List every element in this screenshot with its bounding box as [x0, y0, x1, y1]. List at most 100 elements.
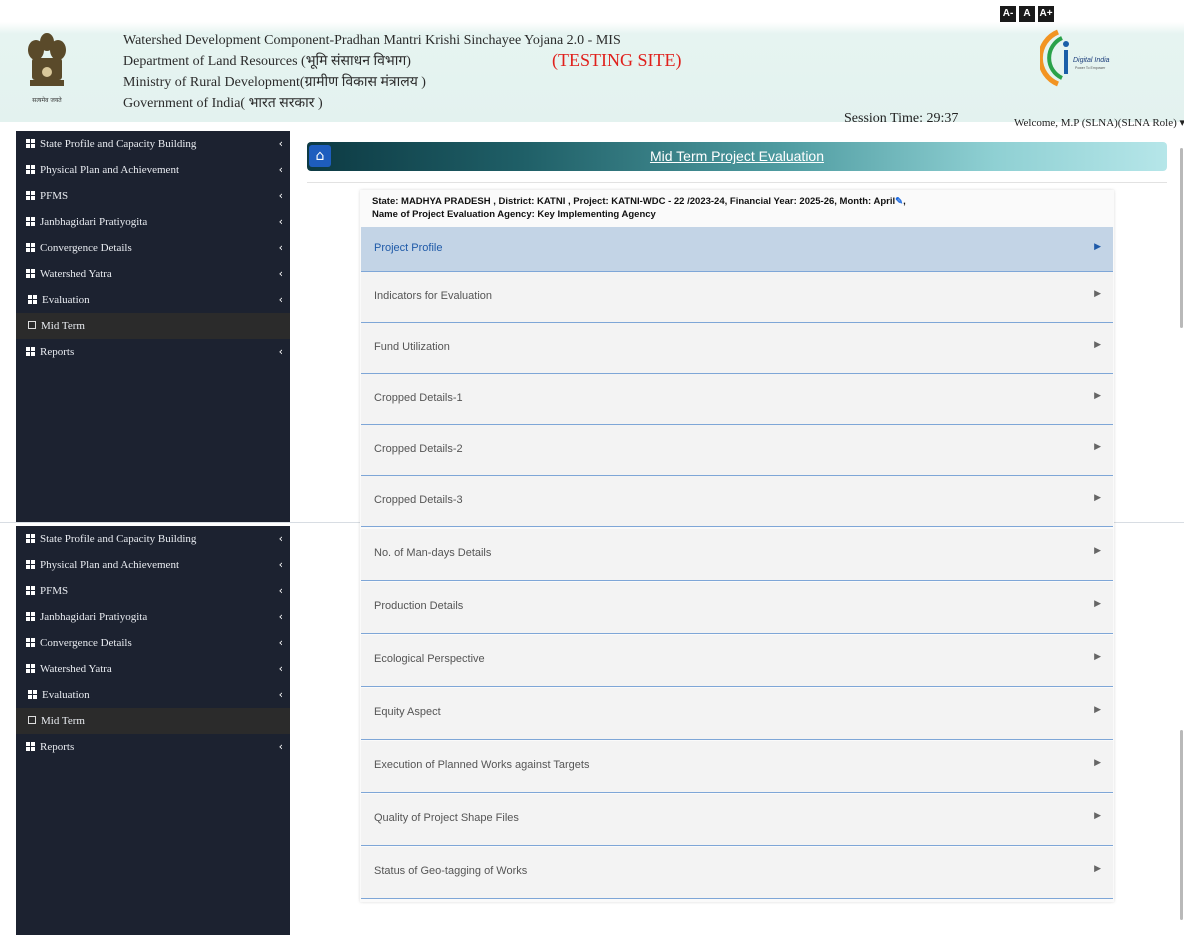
sidebar-item-convergence[interactable]: Convergence Details ‹: [16, 630, 290, 656]
digital-india-logo-icon[interactable]: Digital India Power To Empower: [1040, 22, 1110, 92]
sidebar-item-label: State Profile and Capacity Building: [40, 138, 197, 150]
section-cropped-2[interactable]: Cropped Details-2 ▶: [361, 425, 1113, 476]
grid-icon: [28, 690, 37, 699]
sidebar-item-mid-term[interactable]: Mid Term: [16, 313, 290, 339]
caret-right-icon: ▶: [1094, 864, 1101, 874]
sidebar-item-label: Physical Plan and Achievement: [40, 559, 179, 571]
sidebar-item-state-profile[interactable]: State Profile and Capacity Building ‹: [16, 131, 290, 157]
chevron-left-icon: ‹: [278, 215, 283, 228]
section-cropped-1[interactable]: Cropped Details-1 ▶: [361, 374, 1113, 425]
sidebar-item-reports[interactable]: Reports ‹: [16, 339, 290, 365]
section-label: Cropped Details-2: [374, 443, 463, 455]
caret-right-icon: ▶: [1094, 340, 1101, 350]
square-icon: [28, 716, 36, 724]
scrollbar-thumb[interactable]: [1180, 730, 1183, 920]
font-decrease-button[interactable]: A-: [1000, 6, 1016, 22]
grid-icon: [26, 165, 35, 174]
font-size-controls: A- A A+: [1000, 6, 1054, 22]
user-menu[interactable]: Welcome, M.P (SLNA)(SLNA Role) ▾: [1014, 116, 1184, 129]
grid-icon: [26, 638, 35, 647]
sidebar-item-janbhagidari[interactable]: Janbhagidari Pratiyogita ‹: [16, 604, 290, 630]
section-ecological[interactable]: Ecological Perspective ▶: [361, 635, 1113, 687]
chevron-left-icon: ‹: [278, 137, 283, 150]
section-label: Fund Utilization: [374, 341, 450, 353]
sidebar-item-watershed-yatra[interactable]: Watershed Yatra ‹: [16, 261, 290, 287]
grid-icon: [26, 269, 35, 278]
project-info-text: State: MADHYA PRADESH , District: KATNI …: [372, 196, 896, 207]
sidebar-item-mid-term[interactable]: Mid Term: [16, 708, 290, 734]
font-reset-button[interactable]: A: [1019, 6, 1035, 22]
sidebar-item-pfms[interactable]: PFMS ‹: [16, 183, 290, 209]
sidebar-item-evaluation[interactable]: Evaluation ‹: [16, 682, 290, 708]
grid-icon: [26, 139, 35, 148]
section-label: Indicators for Evaluation: [374, 290, 493, 302]
section-label: Quality of Project Shape Files: [374, 812, 519, 824]
project-info: State: MADHYA PRADESH , District: KATNI …: [372, 195, 906, 221]
section-execution[interactable]: Execution of Planned Works against Targe…: [361, 741, 1113, 793]
section-fund-utilization[interactable]: Fund Utilization ▶: [361, 323, 1113, 374]
sidebar-item-label: PFMS: [40, 190, 69, 202]
section-label: Cropped Details-1: [374, 392, 463, 404]
chevron-left-icon: ‹: [278, 610, 283, 623]
sidebar-item-physical-plan[interactable]: Physical Plan and Achievement ‹: [16, 157, 290, 183]
caret-right-icon: ▶: [1094, 289, 1101, 299]
chevron-left-icon: ‹: [278, 688, 283, 701]
sidebar-item-label: Janbhagidari Pratiyogita: [40, 611, 148, 623]
chevron-left-icon: ‹: [278, 636, 283, 649]
grid-icon: [26, 586, 35, 595]
sidebar-item-physical-plan[interactable]: Physical Plan and Achievement ‹: [16, 552, 290, 578]
chevron-left-icon: ‹: [278, 584, 283, 597]
chevron-left-icon: ‹: [278, 558, 283, 571]
sidebar-item-watershed-yatra[interactable]: Watershed Yatra ‹: [16, 656, 290, 682]
grid-icon: [26, 347, 35, 356]
caret-right-icon: ▶: [1094, 242, 1101, 252]
section-shape-files[interactable]: Quality of Project Shape Files ▶: [361, 794, 1113, 846]
section-cropped-3[interactable]: Cropped Details-3 ▶: [361, 476, 1113, 527]
chevron-left-icon: ‹: [278, 345, 283, 358]
sidebar-item-label: Evaluation: [42, 689, 90, 701]
sidebar-item-convergence[interactable]: Convergence Details ‹: [16, 235, 290, 261]
sidebar-item-state-profile[interactable]: State Profile and Capacity Building ‹: [16, 526, 290, 552]
grid-icon: [26, 612, 35, 621]
sidebar-item-label: Mid Term: [41, 715, 85, 727]
grid-icon: [26, 664, 35, 673]
project-info-line: State: MADHYA PRADESH , District: KATNI …: [372, 195, 906, 208]
digital-india-text: Digital India: [1073, 57, 1110, 64]
sidebar-item-label: PFMS: [40, 585, 69, 597]
section-indicators[interactable]: Indicators for Evaluation ▶: [361, 272, 1113, 323]
caret-right-icon: ▶: [1094, 599, 1101, 609]
caret-right-icon: ▶: [1094, 758, 1101, 768]
testing-site-label: (TESTING SITE): [552, 50, 682, 70]
caret-right-icon: ▶: [1094, 493, 1101, 503]
caret-right-icon: ▶: [1094, 705, 1101, 715]
font-increase-button[interactable]: A+: [1038, 6, 1054, 22]
section-equity[interactable]: Equity Aspect ▶: [361, 688, 1113, 740]
national-emblem-icon: सत्यमेव जयते: [28, 33, 66, 104]
title-divider: [307, 182, 1167, 183]
sidebar-item-label: Watershed Yatra: [40, 268, 112, 280]
portal-title: Watershed Development Component-Pradhan …: [123, 33, 621, 48]
section-label: Cropped Details-3: [374, 494, 463, 506]
sidebar-item-janbhagidari[interactable]: Janbhagidari Pratiyogita ‹: [16, 209, 290, 235]
chevron-left-icon: ‹: [278, 293, 283, 306]
project-info-suffix: ,: [903, 196, 906, 207]
sidebar-nav: State Profile and Capacity Building ‹ Phy…: [16, 131, 290, 522]
section-project-profile[interactable]: Project Profile ▶: [361, 227, 1113, 272]
caret-right-icon: ▶: [1094, 391, 1101, 401]
caret-right-icon: ▶: [1094, 546, 1101, 556]
square-icon: [28, 321, 36, 329]
sidebar-item-label: Evaluation: [42, 294, 90, 306]
sidebar-item-reports[interactable]: Reports ‹: [16, 734, 290, 760]
header-titles: Watershed Development Component-Pradhan …: [123, 30, 621, 114]
section-label: Production Details: [374, 600, 464, 612]
sidebar-item-evaluation[interactable]: Evaluation ‹: [16, 287, 290, 313]
sidebar-item-pfms[interactable]: PFMS ‹: [16, 578, 290, 604]
edit-pencil-icon[interactable]: ✎: [895, 196, 903, 207]
sidebar-nav-duplicate: State Profile and Capacity Building ‹ Phy…: [16, 526, 290, 935]
section-geo-tagging[interactable]: Status of Geo-tagging of Works ▶: [361, 847, 1113, 899]
section-man-days[interactable]: No. of Man-days Details ▶: [361, 529, 1113, 581]
scrollbar-thumb[interactable]: [1180, 148, 1183, 328]
section-production[interactable]: Production Details ▶: [361, 582, 1113, 634]
caret-right-icon: ▶: [1094, 811, 1101, 821]
chevron-left-icon: ‹: [278, 662, 283, 675]
